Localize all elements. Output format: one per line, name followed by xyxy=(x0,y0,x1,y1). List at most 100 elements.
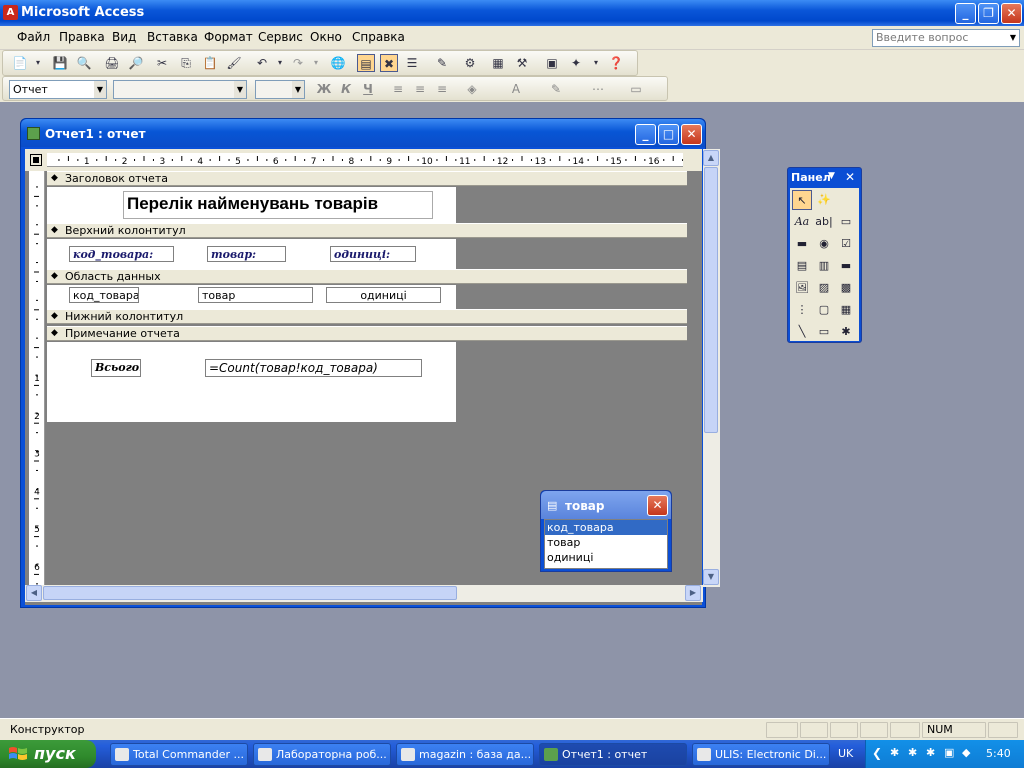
field-list-item[interactable]: код_товара xyxy=(545,520,667,535)
line-width-icon[interactable]: ⋯ xyxy=(589,80,607,98)
textbox-tool-icon[interactable]: ab| xyxy=(814,212,834,232)
align-right-icon[interactable]: ≡ xyxy=(433,80,451,98)
save-icon[interactable]: 💾 xyxy=(51,54,69,72)
italic-icon[interactable]: К xyxy=(337,80,355,98)
combo-box-icon[interactable]: ▤ xyxy=(792,256,812,276)
option-button-icon[interactable]: ◉ xyxy=(814,234,834,254)
page-footer-bar[interactable]: ◆ Нижний колонтитул xyxy=(47,309,687,324)
scroll-up-icon[interactable]: ▲ xyxy=(703,150,719,166)
horizontal-scroll-thumb[interactable] xyxy=(43,586,457,600)
database-window-icon[interactable]: ▣ xyxy=(543,54,561,72)
toggle-button-icon[interactable]: ▬ xyxy=(792,234,812,254)
product-column-label[interactable]: товар: xyxy=(207,246,286,262)
font-color-icon[interactable]: A xyxy=(507,80,525,98)
tray-app-icon[interactable]: ✱ xyxy=(908,746,917,759)
list-box-icon[interactable]: ▥ xyxy=(814,256,834,276)
tab-control-icon[interactable]: ▢ xyxy=(814,300,834,320)
menu-format[interactable]: Формат xyxy=(204,30,253,44)
restore-button[interactable]: ❐ xyxy=(978,3,999,24)
menu-help[interactable]: Справка xyxy=(352,30,405,44)
ask-dropdown-arrow-icon[interactable]: ▼ xyxy=(1007,30,1019,46)
autoformat-icon[interactable]: ✎ xyxy=(433,54,451,72)
menu-edit[interactable]: Правка xyxy=(59,30,105,44)
language-indicator[interactable]: UK xyxy=(838,747,853,760)
line-tool-icon[interactable]: ╲ xyxy=(792,322,812,342)
report-window-title-bar[interactable]: Отчет1 : отчет _ □ ✕ xyxy=(21,119,705,147)
view-icon[interactable]: 📄 xyxy=(11,54,29,72)
toolbox-close-icon[interactable]: ✕ xyxy=(845,170,855,184)
start-button[interactable]: пуск xyxy=(0,740,96,768)
clock[interactable]: 5:40 xyxy=(986,747,1011,760)
cut-icon[interactable]: ✂ xyxy=(153,54,171,72)
task-database[interactable]: magazin : база да... xyxy=(396,743,534,766)
detail-section[interactable]: код_товара товар одиниці xyxy=(47,285,456,309)
field-list-close-button[interactable]: ✕ xyxy=(647,495,668,516)
paste-icon[interactable]: 📋 xyxy=(201,54,219,72)
font-name-combo[interactable]: ▼ xyxy=(113,80,247,99)
field-list-icon[interactable]: ▤ xyxy=(357,54,375,72)
ask-question-box[interactable]: Введите вопрос ▼ xyxy=(872,29,1020,47)
select-objects-icon[interactable]: ↖ xyxy=(792,190,812,210)
report-header-bar[interactable]: ◆ Заголовок отчета xyxy=(47,171,687,186)
scroll-right-icon[interactable]: ▶ xyxy=(685,585,701,601)
font-size-arrow-icon[interactable]: ▼ xyxy=(292,81,304,98)
bold-icon[interactable]: Ж xyxy=(315,80,333,98)
toolbox-title-bar[interactable]: Панел ▼ ✕ xyxy=(788,168,861,188)
tray-network-icon[interactable]: ▣ xyxy=(944,746,954,759)
tray-security-icon[interactable]: ◆ xyxy=(962,746,970,759)
page-header-section[interactable]: код_товара: товар: одиниці: xyxy=(47,239,456,269)
align-center-icon[interactable]: ≡ xyxy=(411,80,429,98)
menu-file[interactable]: Файл xyxy=(17,30,50,44)
object-combo-arrow-icon[interactable]: ▼ xyxy=(94,81,106,98)
app-title-bar[interactable]: A Microsoft Access _ ❐ ✕ xyxy=(0,0,1024,26)
page-header-bar[interactable]: ◆ Верхний колонтитул xyxy=(47,223,687,238)
more-controls-icon[interactable]: ✱ xyxy=(836,322,856,342)
report-maximize-button[interactable]: □ xyxy=(658,124,679,145)
option-group-icon[interactable]: ▭ xyxy=(836,212,856,232)
build-icon[interactable]: ⚒ xyxy=(513,54,531,72)
sorting-grouping-icon[interactable]: ☰ xyxy=(403,54,421,72)
field-list-title-bar[interactable]: ▤ товар ✕ xyxy=(541,491,671,519)
checkbox-tool-icon[interactable]: ☑ xyxy=(836,234,856,254)
format-painter-icon[interactable]: 🖌 xyxy=(225,54,243,72)
code-icon[interactable]: ⚙ xyxy=(461,54,479,72)
access-app-icon[interactable]: A xyxy=(3,5,18,20)
help-icon[interactable]: ❓ xyxy=(607,54,625,72)
font-size-combo[interactable]: ▼ xyxy=(255,80,305,99)
report-footer-bar[interactable]: ◆ Примечание отчета xyxy=(47,326,687,341)
object-combo[interactable]: Отчет ▼ xyxy=(9,80,107,99)
new-object-dropdown-icon[interactable]: ▾ xyxy=(587,54,605,72)
tray-expand-icon[interactable]: ❮ xyxy=(872,746,882,760)
command-button-icon[interactable]: ▬ xyxy=(836,256,856,276)
task-word-document[interactable]: Лабораторна роб... xyxy=(253,743,391,766)
label-tool-icon[interactable]: Aa xyxy=(792,212,812,232)
undo-dropdown-icon[interactable]: ▾ xyxy=(271,54,289,72)
copy-icon[interactable]: ⎘ xyxy=(177,54,195,72)
vertical-ruler[interactable]: 1 2 3 4 5 6 xyxy=(29,171,45,585)
image-tool-icon[interactable]: 🖼 xyxy=(792,278,812,298)
menu-window[interactable]: Окно xyxy=(310,30,342,44)
page-break-icon[interactable]: ⋮ xyxy=(792,300,812,320)
unbound-object-icon[interactable]: ▨ xyxy=(814,278,834,298)
menu-tools[interactable]: Сервис xyxy=(258,30,303,44)
units-column-label[interactable]: одиниці: xyxy=(330,246,416,262)
units-field-textbox[interactable]: одиниці xyxy=(326,287,441,303)
control-wizards-icon[interactable]: ✨ xyxy=(814,190,834,210)
task-total-commander[interactable]: Total Commander ... xyxy=(110,743,248,766)
file-search-icon[interactable]: 🔍 xyxy=(75,54,93,72)
tray-app-icon[interactable]: ✱ xyxy=(926,746,935,759)
menu-view[interactable]: Вид xyxy=(112,30,136,44)
field-list-item[interactable]: товар xyxy=(545,535,667,550)
line-color-icon[interactable]: ✎ xyxy=(547,80,565,98)
bound-object-icon[interactable]: ▩ xyxy=(836,278,856,298)
print-icon[interactable]: 🖨 xyxy=(103,54,121,72)
task-ulis[interactable]: ULIS: Electronic Di... xyxy=(692,743,830,766)
product-field-textbox[interactable]: товар xyxy=(198,287,313,303)
close-button[interactable]: ✕ xyxy=(1001,3,1022,24)
vertical-scroll-thumb[interactable] xyxy=(704,167,718,433)
report-minimize-button[interactable]: _ xyxy=(635,124,656,145)
properties-icon[interactable]: ▦ xyxy=(489,54,507,72)
field-list-item[interactable]: одиниці xyxy=(545,550,667,565)
undo-icon[interactable]: ↶ xyxy=(253,54,271,72)
special-effect-icon[interactable]: ▭ xyxy=(627,80,645,98)
